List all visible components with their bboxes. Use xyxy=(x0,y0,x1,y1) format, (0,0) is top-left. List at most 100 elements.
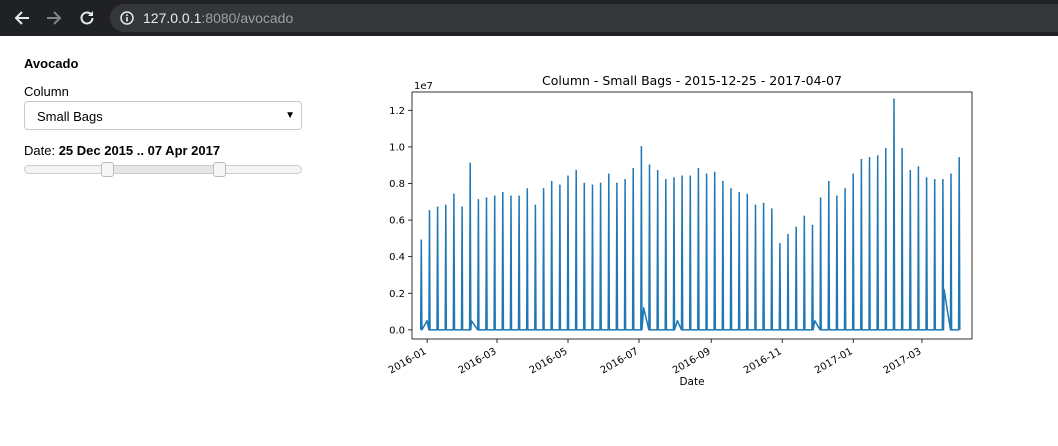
x-tick-label: 2016-11 xyxy=(742,346,784,376)
data-point xyxy=(722,180,724,183)
data-point xyxy=(803,215,806,218)
data-point xyxy=(469,162,472,165)
x-tick-label: 2016-09 xyxy=(671,346,713,376)
y-tick-label: 0.2 xyxy=(389,289,405,300)
data-point xyxy=(885,147,887,150)
data-point xyxy=(583,182,586,185)
data-point xyxy=(640,146,643,148)
y-tick-label: 0.4 xyxy=(389,252,405,263)
y-tick-label: 0.0 xyxy=(389,325,405,336)
x-tick-label: 2016-07 xyxy=(599,346,641,376)
data-point xyxy=(852,173,855,176)
date-range-value: 25 Dec 2015 .. 07 Apr 2017 xyxy=(58,143,221,158)
data-point xyxy=(632,168,635,170)
data-point xyxy=(746,193,749,196)
data-point xyxy=(713,171,716,174)
data-point xyxy=(681,175,683,177)
x-tick-label: 2016-01 xyxy=(387,346,429,376)
y-tick-label: 0.8 xyxy=(389,179,405,190)
data-point xyxy=(795,226,797,229)
data-point xyxy=(461,206,463,209)
data-point xyxy=(599,182,602,185)
date-label: Date: 25 Dec 2015 .. 07 Apr 2017 xyxy=(24,143,220,158)
plot-frame xyxy=(411,91,973,340)
url-host: 127.0.0.1 xyxy=(143,10,202,26)
data-point xyxy=(787,233,789,236)
line-chart: Column - Small Bags - 2015-12-25 - 2017-… xyxy=(387,73,973,388)
forward-button[interactable] xyxy=(42,6,66,30)
data-point xyxy=(827,180,830,183)
date-prefix: Date: xyxy=(24,143,59,158)
data-point xyxy=(616,182,618,185)
data-point xyxy=(689,175,692,177)
data-point xyxy=(444,204,447,207)
info-icon[interactable] xyxy=(120,11,134,25)
data-point xyxy=(648,164,651,166)
data-point xyxy=(591,184,594,187)
forward-arrow-icon xyxy=(47,11,62,25)
column-select[interactable]: Small Bags ▼ xyxy=(24,101,302,130)
data-point xyxy=(942,179,944,181)
data-point xyxy=(428,210,431,212)
dropdown-arrow-icon: ▼ xyxy=(285,110,295,121)
data-point xyxy=(811,224,814,227)
data-point xyxy=(550,180,553,183)
x-axis-label: Date xyxy=(679,376,704,388)
data-point xyxy=(958,157,960,159)
data-point xyxy=(705,173,708,176)
date-slider-range xyxy=(107,165,219,174)
data-point xyxy=(754,204,757,207)
reload-icon xyxy=(80,11,94,25)
data-point xyxy=(502,191,504,194)
data-point xyxy=(559,184,561,187)
data-point xyxy=(697,168,700,170)
data-point xyxy=(477,199,480,201)
data-point xyxy=(876,155,879,157)
data-point xyxy=(950,173,952,176)
data-point xyxy=(575,169,577,172)
data-point xyxy=(665,179,667,181)
date-slider-low-handle[interactable] xyxy=(101,162,115,177)
y-offset-label: 1e7 xyxy=(414,81,433,92)
date-slider-high-handle[interactable] xyxy=(212,162,226,177)
data-point xyxy=(526,188,529,190)
url-text[interactable]: 127.0.0.1:8080/avocado xyxy=(143,10,293,26)
y-tick-label: 1.0 xyxy=(389,142,405,153)
series-line xyxy=(419,98,961,331)
column-select-value: Small Bags xyxy=(37,109,103,124)
data-point xyxy=(485,197,488,199)
data-point xyxy=(779,243,781,245)
y-tick-label: 0.6 xyxy=(389,216,405,227)
data-point xyxy=(420,239,423,241)
data-point xyxy=(901,147,903,150)
data-point xyxy=(762,202,765,205)
data-point xyxy=(493,195,496,198)
data-point xyxy=(542,188,545,190)
data-point xyxy=(730,188,732,190)
data-point xyxy=(770,208,773,210)
data-point xyxy=(518,195,520,198)
url-path: :8080/avocado xyxy=(201,10,294,26)
back-arrow-icon xyxy=(14,11,29,25)
x-tick-label: 2016-05 xyxy=(528,346,570,376)
y-tick-label: 1.2 xyxy=(389,106,405,117)
data-point xyxy=(607,173,610,176)
data-point xyxy=(844,188,846,190)
data-point xyxy=(673,177,675,179)
browser-toolbar: 127.0.0.1:8080/avocado xyxy=(0,0,1058,36)
data-point xyxy=(933,179,936,181)
back-button[interactable] xyxy=(10,6,34,30)
data-point xyxy=(567,175,569,177)
data-point xyxy=(510,195,512,198)
data-point xyxy=(738,191,740,194)
data-point xyxy=(624,179,626,181)
x-tick-label: 2016-03 xyxy=(457,346,499,376)
data-point xyxy=(925,177,928,179)
data-point xyxy=(917,166,920,168)
app-title: Avocado xyxy=(24,56,79,71)
data-point xyxy=(534,204,537,207)
data-point xyxy=(819,197,822,199)
reload-button[interactable] xyxy=(75,6,99,30)
chart-title: Column - Small Bags - 2015-12-25 - 2017-… xyxy=(542,73,842,88)
x-tick-label: 2017-01 xyxy=(813,346,855,376)
